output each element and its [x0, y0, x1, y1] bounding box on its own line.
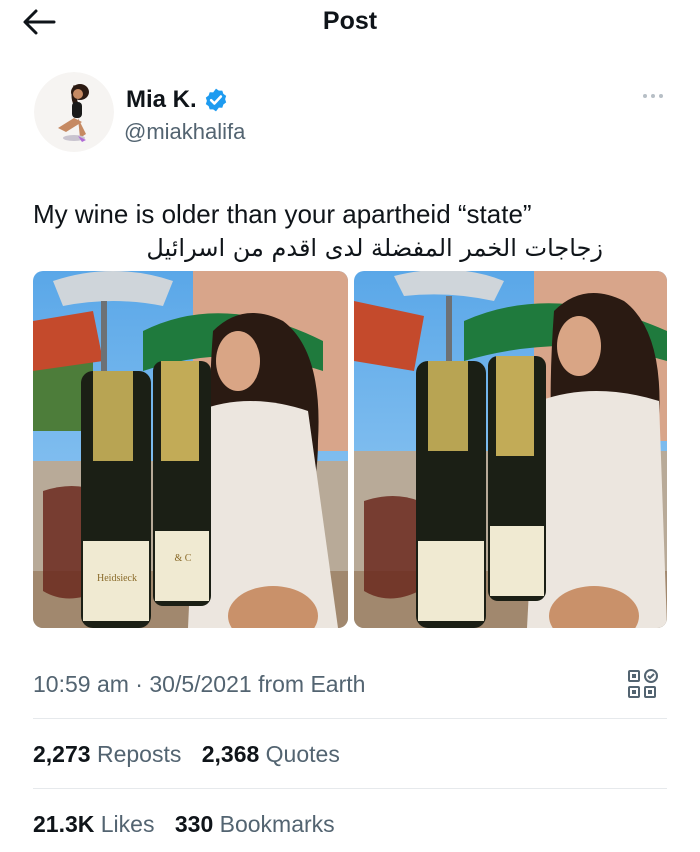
divider [33, 718, 667, 719]
bottle-label-left: Heidsieck [97, 573, 137, 584]
page-title: Post [322, 7, 378, 35]
likes-count: 21.3K [33, 811, 95, 837]
qr-analytics-icon[interactable] [626, 666, 660, 702]
likes-label: Likes [100, 811, 155, 837]
post-meta: 10:59 am · 30/5/2021 from Earth [33, 669, 365, 699]
verified-badge-icon [205, 88, 226, 112]
likes-stat[interactable]: 21.3K Likes [33, 811, 154, 837]
author-handle[interactable]: @miakhalifa [124, 118, 245, 146]
bookmarks-label: Bookmarks [219, 811, 335, 837]
author-name[interactable]: Mia K. [126, 86, 197, 114]
quotes-label: Quotes [265, 741, 340, 767]
bookmarks-stat[interactable]: 330 Bookmarks [175, 811, 335, 837]
bookmarks-count: 330 [174, 811, 214, 837]
quotes-stat[interactable]: 2,368 Quotes [202, 741, 340, 767]
post-time[interactable]: 10:59 am [33, 671, 129, 697]
post-translation-text: زجاجات الخمر المفضلة لدى اقدم من اسرائيل [146, 234, 603, 262]
stats-row-saves: 21.3K Likes 330 Bookmarks [33, 809, 349, 839]
reposts-stat[interactable]: 2,273 Reposts [33, 741, 181, 767]
meta-separator: · [135, 671, 143, 697]
post-source: from Earth [258, 671, 366, 697]
author-name-row[interactable]: Mia K. [126, 86, 229, 114]
stats-row-engagement: 2,273 Reposts 2,368 Quotes [33, 739, 354, 769]
bottle-label-right: & C [175, 553, 192, 564]
post-text: My wine is older than your apartheid “st… [33, 199, 532, 229]
quotes-count: 2,368 [201, 741, 260, 767]
avatar[interactable] [34, 72, 114, 152]
divider [33, 788, 667, 789]
post-date[interactable]: 30/5/2021 [149, 671, 251, 697]
more-icon[interactable] [640, 86, 666, 106]
reposts-label: Reposts [96, 741, 182, 767]
reposts-count: 2,273 [33, 741, 91, 767]
post-photo-left[interactable]: Heidsieck & C [33, 271, 348, 628]
post-photo-right[interactable] [354, 271, 667, 628]
